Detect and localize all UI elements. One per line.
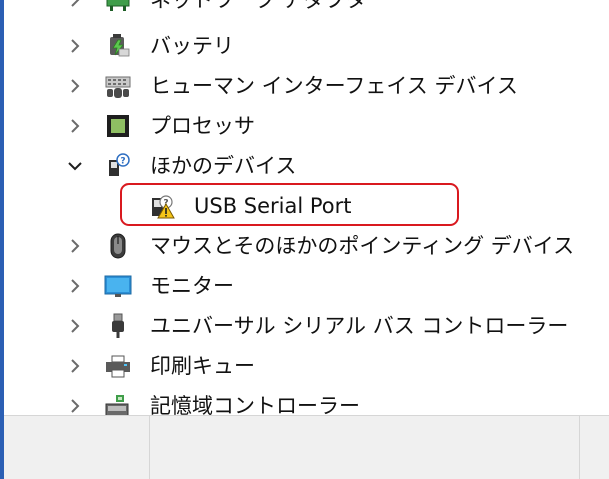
hid-icon	[105, 76, 131, 98]
battery-icon	[110, 34, 130, 57]
tree-item-monitors[interactable]: モニター	[4, 266, 609, 306]
tree-item-label: ネットワーク アダプター	[150, 0, 388, 12]
svg-text:?: ?	[120, 157, 125, 167]
tree-item-label: マウスとそのほかのポインティング デバイス	[150, 234, 575, 258]
tree-item-label: 記憶域コントローラー	[150, 394, 360, 415]
tree-item-other-devices[interactable]: ? ほかのデバイス	[4, 146, 609, 186]
chevron-right-icon[interactable]	[66, 77, 84, 95]
chevron-right-icon[interactable]	[66, 0, 84, 9]
tree-item-label: ユニバーサル シリアル バス コントローラー	[150, 314, 569, 338]
status-bar	[4, 415, 609, 479]
chevron-right-icon[interactable]	[66, 237, 84, 255]
tree-item-label: プロセッサ	[150, 114, 255, 138]
chevron-right-icon[interactable]	[66, 357, 84, 375]
storage-controller-icon	[105, 395, 129, 415]
chevron-right-icon[interactable]	[66, 277, 84, 295]
chevron-right-icon[interactable]	[66, 397, 84, 415]
chevron-right-icon[interactable]	[66, 317, 84, 335]
tree-item-mice-pointing-devices[interactable]: マウスとそのほかのポインティング デバイス	[4, 226, 609, 266]
tree-item-network-adapters[interactable]: ネットワーク アダプター	[4, 0, 609, 20]
monitor-icon	[104, 275, 132, 297]
tree-item-label: ほかのデバイス	[150, 154, 297, 178]
status-pane-1	[4, 416, 150, 479]
tree-item-label: 印刷キュー	[150, 354, 255, 378]
status-pane-3	[580, 416, 609, 479]
tree-item-battery[interactable]: バッテリ	[4, 26, 609, 66]
printer-icon	[106, 355, 130, 378]
mouse-icon	[110, 233, 126, 259]
tree-item-processors[interactable]: プロセッサ	[4, 106, 609, 146]
chevron-down-icon[interactable]	[66, 157, 84, 175]
device-tree: ネットワーク アダプター バッテリ ヒューマン インターフェイス デバイス プロ…	[4, 0, 609, 415]
warning-device-icon: ?	[152, 195, 175, 219]
processor-icon	[107, 115, 129, 137]
tree-item-print-queues[interactable]: 印刷キュー	[4, 346, 609, 386]
tree-item-label: モニター	[150, 274, 234, 298]
tree-item-storage-controllers[interactable]: 記憶域コントローラー	[4, 386, 609, 415]
tree-item-label: ヒューマン インターフェイス デバイス	[150, 74, 518, 98]
chevron-right-icon[interactable]	[66, 37, 84, 55]
tree-item-human-interface-devices[interactable]: ヒューマン インターフェイス デバイス	[4, 66, 609, 106]
chevron-right-icon[interactable]	[66, 117, 84, 135]
network-adapter-icon	[106, 0, 130, 11]
device-manager-window: ネットワーク アダプター バッテリ ヒューマン インターフェイス デバイス プロ…	[0, 0, 609, 479]
tree-item-label: バッテリ	[150, 34, 234, 58]
status-pane-2	[150, 416, 580, 479]
unknown-device-icon: ?	[109, 153, 130, 176]
tree-item-label: USB Serial Port	[194, 194, 352, 218]
usb-plug-icon	[112, 313, 124, 338]
tree-item-usb-serial-port[interactable]: ? USB Serial Port	[4, 186, 609, 226]
tree-item-usb-controllers[interactable]: ユニバーサル シリアル バス コントローラー	[4, 306, 609, 346]
